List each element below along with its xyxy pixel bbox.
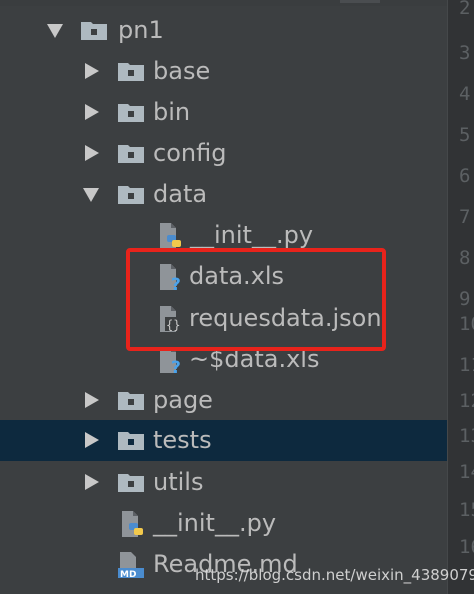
folder-icon xyxy=(117,389,145,411)
watermark: https://blog.csdn.net/weixin_43890794 xyxy=(195,566,474,584)
line-number: 16 xyxy=(459,536,474,558)
svg-text:?: ? xyxy=(171,358,181,374)
line-number: 14 xyxy=(459,461,474,483)
chevron-right-icon[interactable] xyxy=(85,432,99,448)
tree-node-tests[interactable]: tests xyxy=(0,420,447,461)
tree-node-label: utils xyxy=(153,468,204,496)
tree-node-label: page xyxy=(153,386,213,414)
folder-icon xyxy=(117,429,145,451)
chevron-down-icon[interactable] xyxy=(83,188,99,202)
line-number: 9 xyxy=(459,288,471,310)
chevron-right-icon[interactable] xyxy=(85,145,99,161)
line-number: 8 xyxy=(459,247,471,269)
tree-node-bin[interactable]: bin xyxy=(0,92,447,133)
tree-node-config[interactable]: config xyxy=(0,133,447,174)
line-number: 11 xyxy=(459,354,474,376)
line-number: 5 xyxy=(459,124,471,146)
folder-icon xyxy=(117,101,145,123)
tree-node-label: config xyxy=(153,139,227,167)
tree-node-base[interactable]: base xyxy=(0,51,447,92)
tree-node-data[interactable]: data xyxy=(0,174,447,215)
python-file-icon xyxy=(157,222,185,250)
line-number: 3 xyxy=(459,42,471,64)
line-number: 6 xyxy=(459,165,471,187)
line-number: 15 xyxy=(459,499,474,521)
tree-node-utils[interactable]: utils xyxy=(0,462,447,503)
folder-icon xyxy=(80,19,108,41)
tree-node-label: pn1 xyxy=(118,16,164,44)
red-highlight-box xyxy=(126,248,386,351)
top-edge xyxy=(0,0,474,6)
line-number: 12 xyxy=(459,390,474,412)
tree-node-label: tests xyxy=(153,426,212,454)
svg-text:MD: MD xyxy=(120,570,136,579)
line-number: 10 xyxy=(459,313,474,335)
tree-node-label: bin xyxy=(153,98,191,126)
folder-icon xyxy=(117,183,145,205)
line-number: 13 xyxy=(459,425,474,447)
chevron-right-icon[interactable] xyxy=(85,392,99,408)
folder-icon xyxy=(117,60,145,82)
tree-node-label: __init__.py xyxy=(190,221,314,249)
tree-node-label: base xyxy=(153,57,211,85)
tree-node-pn1[interactable]: pn1 xyxy=(0,10,447,51)
tree-node-page[interactable]: page xyxy=(0,380,447,421)
folder-icon xyxy=(117,471,145,493)
project-tool-window: 2 3 4 5 6 7 8 9 10 11 12 13 14 15 16 pn1… xyxy=(0,0,474,594)
line-number: 7 xyxy=(459,206,471,228)
line-number: 2 xyxy=(459,0,471,19)
chevron-right-icon[interactable] xyxy=(85,104,99,120)
folder-icon xyxy=(117,142,145,164)
python-file-icon xyxy=(119,510,147,538)
tree-node-label: __init__.py xyxy=(153,509,277,537)
markdown-file-icon: MD xyxy=(117,551,145,580)
chevron-down-icon[interactable] xyxy=(47,24,63,38)
chevron-right-icon[interactable] xyxy=(85,474,99,490)
tree-node-root-init-py[interactable]: __init__.py xyxy=(0,503,447,544)
tree-node-label: data xyxy=(153,180,208,208)
chevron-right-icon[interactable] xyxy=(85,63,99,79)
line-number: 4 xyxy=(459,83,471,105)
